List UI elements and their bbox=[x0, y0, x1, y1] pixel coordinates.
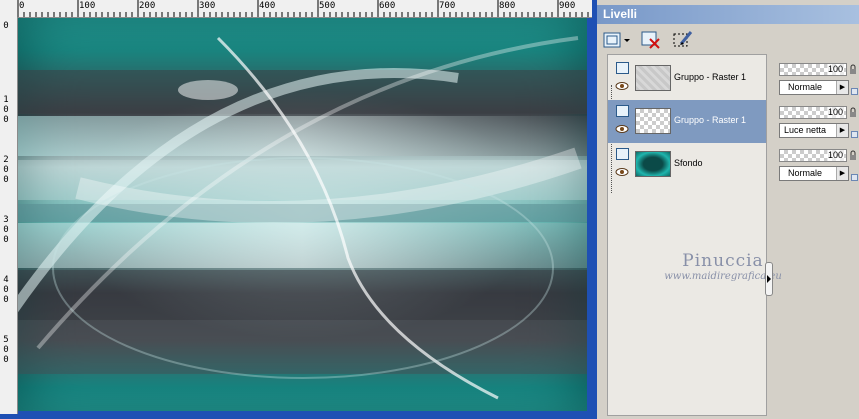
ruler-label: 2 bbox=[3, 155, 9, 165]
raster-layer-icon bbox=[616, 148, 629, 160]
blend-mode-value: Normale bbox=[788, 168, 823, 178]
layer-props-2: 100 Luce netta ▶ bbox=[777, 101, 859, 144]
layer-props-3: 100 Normale ▶ bbox=[777, 144, 859, 187]
ruler-label: 0 bbox=[3, 295, 9, 305]
blend-mode-value: Normale bbox=[788, 82, 823, 92]
vertical-ruler: 0 1 0 0 2 0 0 3 0 0 4 0 0 5 0 0 bbox=[0, 17, 18, 414]
opacity-slider[interactable]: 100 bbox=[779, 106, 847, 119]
new-raster-layer-icon bbox=[603, 32, 630, 48]
layer-option-button[interactable] bbox=[851, 174, 858, 181]
layer-option-button[interactable] bbox=[851, 131, 858, 138]
horizontal-ruler: 0 100 200 300 400 500 600 700 800 900 bbox=[0, 0, 592, 18]
delete-layer-button[interactable] bbox=[639, 28, 663, 52]
ruler-label: 0 bbox=[3, 345, 9, 355]
layer-row-3[interactable]: Sfondo bbox=[608, 143, 766, 186]
opacity-slider[interactable]: 100 bbox=[779, 149, 847, 162]
dropdown-arrow-icon: ▶ bbox=[836, 124, 848, 137]
raster-layer-icon bbox=[616, 62, 629, 74]
layer-thumbnail bbox=[635, 65, 671, 91]
blend-mode-value: Luce netta bbox=[784, 125, 827, 135]
raster-layer-icon bbox=[616, 105, 629, 117]
layer-list[interactable]: Gruppo - Raster 1 Gruppo - Raster 1 Sfon… bbox=[607, 54, 782, 416]
ruler-label: 3 bbox=[3, 215, 9, 225]
lock-icon[interactable] bbox=[849, 107, 857, 117]
visibility-eye-icon[interactable] bbox=[615, 125, 629, 133]
ruler-ticks bbox=[17, 0, 589, 17]
dropdown-arrow-icon: ▶ bbox=[836, 167, 848, 180]
layer-properties: 100 Normale ▶ 100 Luce netta ▶ 100 Norma… bbox=[775, 54, 859, 416]
ruler-label: 0 bbox=[3, 105, 9, 115]
opacity-value: 100 bbox=[826, 150, 844, 161]
opacity-value: 100 bbox=[826, 107, 844, 118]
ruler-label: 0 bbox=[3, 175, 9, 185]
blend-mode-select[interactable]: Normale ▶ bbox=[779, 166, 849, 181]
layer-thumbnail bbox=[635, 108, 671, 134]
edit-selection-icon bbox=[673, 31, 693, 47]
layers-toolbar bbox=[597, 26, 859, 54]
layer-thumbnail bbox=[635, 151, 671, 177]
ruler-label: 4 bbox=[3, 275, 9, 285]
lock-icon[interactable] bbox=[849, 64, 857, 74]
layer-name: Sfondo bbox=[674, 158, 703, 168]
visibility-eye-icon[interactable] bbox=[615, 82, 629, 90]
layers-panel: Livelli Gruppo - Raster 1 Gruppo - Raste… bbox=[597, 0, 859, 419]
expand-arrow-icon bbox=[767, 275, 771, 283]
dropdown-arrow-icon: ▶ bbox=[836, 81, 848, 94]
visibility-eye-icon[interactable] bbox=[615, 168, 629, 176]
ruler-label: 0 bbox=[3, 115, 9, 125]
ruler-label: 0 bbox=[3, 165, 9, 175]
layer-row-2[interactable]: Gruppo - Raster 1 bbox=[608, 100, 766, 143]
layer-option-button[interactable] bbox=[851, 88, 858, 95]
blend-mode-select[interactable]: Luce netta ▶ bbox=[779, 123, 849, 138]
delete-layer-icon bbox=[641, 31, 660, 49]
image-canvas[interactable] bbox=[18, 18, 587, 411]
ruler-label: 0 bbox=[3, 355, 9, 365]
ruler-label: 0 bbox=[3, 225, 9, 235]
edit-selection-button[interactable] bbox=[671, 28, 695, 52]
ruler-label: 0 bbox=[3, 235, 9, 245]
layer-name: Gruppo - Raster 1 bbox=[674, 72, 747, 82]
canvas-window: 0 100 200 300 400 500 600 700 800 900 0 … bbox=[0, 0, 597, 419]
lock-icon[interactable] bbox=[849, 150, 857, 160]
ruler-label: 1 bbox=[3, 95, 9, 105]
ruler-label: 0 bbox=[3, 285, 9, 295]
artwork-curves bbox=[18, 36, 582, 400]
new-raster-layer-button[interactable] bbox=[601, 28, 633, 52]
panel-title: Livelli bbox=[597, 5, 859, 24]
ruler-label: 0 bbox=[3, 21, 9, 31]
opacity-slider[interactable]: 100 bbox=[779, 63, 847, 76]
blend-mode-select[interactable]: Normale ▶ bbox=[779, 80, 849, 95]
ruler-label: 5 bbox=[3, 335, 9, 345]
opacity-value: 100 bbox=[826, 64, 844, 75]
layer-props-1: 100 Normale ▶ bbox=[777, 58, 859, 101]
layer-row-1[interactable]: Gruppo - Raster 1 bbox=[608, 57, 766, 100]
panel-splitter-handle[interactable] bbox=[765, 262, 773, 296]
layer-name: Gruppo - Raster 1 bbox=[674, 115, 747, 125]
